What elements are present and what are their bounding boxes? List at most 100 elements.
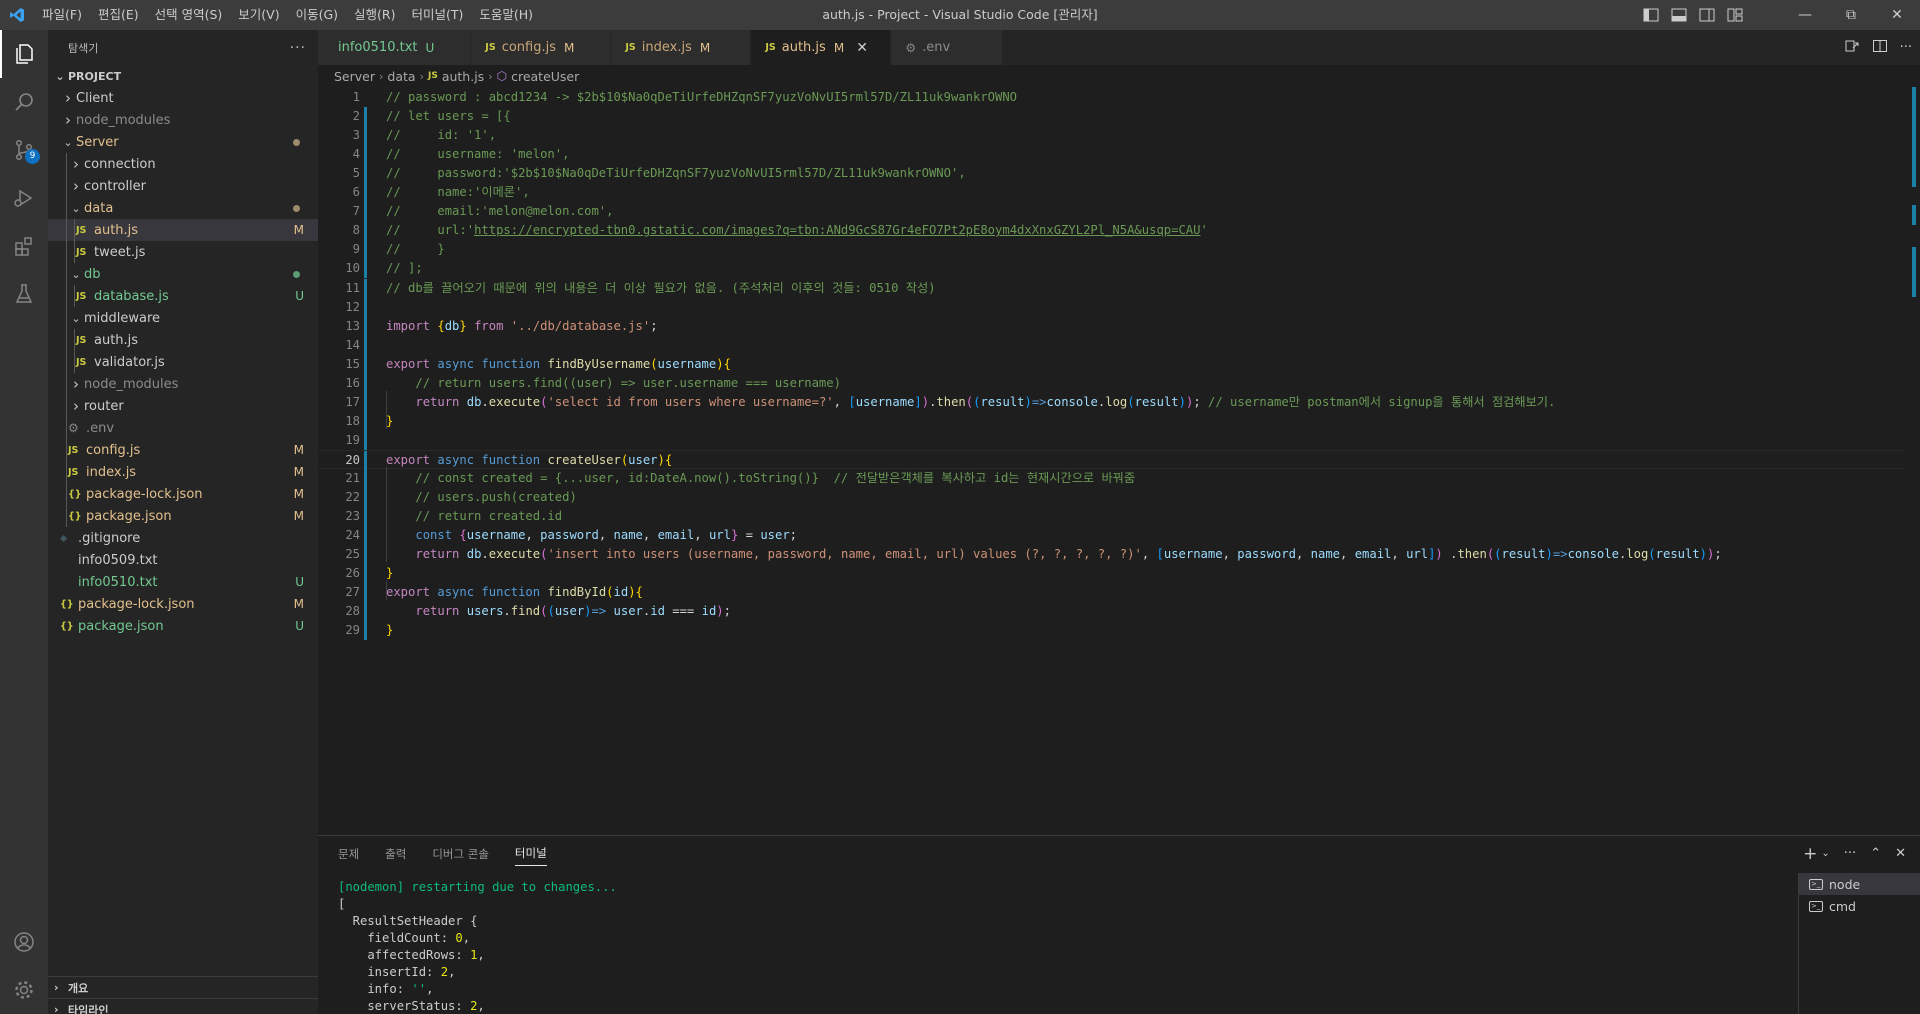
- folder-item[interactable]: ⌄ middleware: [48, 307, 318, 329]
- menu-item[interactable]: 보기(V): [230, 0, 287, 30]
- indent-guide: [66, 351, 67, 373]
- folder-item[interactable]: › Client: [48, 87, 318, 109]
- line-number: 13: [345, 318, 360, 333]
- explorer-icon[interactable]: [0, 30, 48, 78]
- breadcrumb-data[interactable]: data: [387, 69, 415, 84]
- run-debug-icon[interactable]: [0, 174, 48, 222]
- code-token: ,: [833, 394, 849, 409]
- editor-scrollbar[interactable]: [1906, 87, 1920, 835]
- file-item[interactable]: {} package-lock.json M: [48, 593, 318, 615]
- breadcrumb-symbol[interactable]: createUser: [511, 69, 579, 84]
- testing-icon[interactable]: [0, 270, 48, 318]
- outline-section[interactable]: › 개요: [48, 976, 318, 998]
- menu-item[interactable]: 터미널(T): [404, 0, 472, 30]
- folder-item[interactable]: › node_modules: [48, 373, 318, 395]
- breadcrumb-server[interactable]: Server: [334, 69, 375, 84]
- code-text: // username: 'melon',: [386, 145, 569, 164]
- extensions-icon[interactable]: [0, 222, 48, 270]
- folder-item[interactable]: › controller: [48, 175, 318, 197]
- more-actions-icon[interactable]: ···: [1900, 40, 1912, 55]
- file-item[interactable]: JS index.js M: [48, 461, 318, 483]
- close-tab-icon[interactable]: ✕: [854, 40, 870, 56]
- file-item[interactable]: {} package.json U: [48, 615, 318, 637]
- menu-item[interactable]: 실행(R): [346, 0, 403, 30]
- indent-guide: [66, 395, 67, 417]
- terminal-instance[interactable]: >_ cmd: [1799, 895, 1920, 917]
- file-item[interactable]: JS config.js M: [48, 439, 318, 461]
- file-item[interactable]: {} package.json M: [48, 505, 318, 527]
- split-editor-icon[interactable]: [1872, 38, 1888, 58]
- file-item[interactable]: JS auth.js: [48, 329, 318, 351]
- panel-tab[interactable]: 터미널: [514, 845, 547, 866]
- timeline-section[interactable]: › 타임라인: [48, 998, 318, 1014]
- file-item[interactable]: info0509.txt: [48, 549, 318, 571]
- tree-item-label: validator.js: [94, 354, 165, 370]
- file-item[interactable]: JS validator.js: [48, 351, 318, 373]
- code-editor[interactable]: 1 // password : abcd1234 -> $2b$10$Na0qDe…: [318, 87, 1920, 835]
- code-token: createUser: [547, 452, 621, 467]
- file-item[interactable]: ◆ .gitignore: [48, 527, 318, 549]
- panel-tab[interactable]: 출력: [385, 846, 406, 862]
- source-control-icon[interactable]: 9: [0, 126, 48, 174]
- more-actions-icon[interactable]: ···: [1844, 846, 1856, 861]
- file-item[interactable]: {} package-lock.json M: [48, 483, 318, 505]
- code-text: // email:'melon@melon.com',: [386, 202, 613, 221]
- menu-item[interactable]: 이동(G): [288, 0, 346, 30]
- code-line: 12: [318, 297, 1920, 317]
- file-item[interactable]: JS tweet.js: [48, 241, 318, 263]
- menu-item[interactable]: 파일(F): [34, 0, 90, 30]
- file-item[interactable]: info0510.txt U: [48, 571, 318, 593]
- line-number: 19: [345, 432, 360, 447]
- tab--env[interactable]: ⚙ .env: [891, 30, 1004, 65]
- panel-tab[interactable]: 문제: [338, 846, 359, 862]
- code-token[interactable]: https://encrypted-tbn0.gstatic.com/image…: [474, 223, 1200, 237]
- panel-tab[interactable]: 디버그 콘솔: [432, 846, 489, 862]
- breadcrumb-file[interactable]: auth.js: [442, 69, 484, 84]
- file-item[interactable]: JS auth.js M: [48, 219, 318, 241]
- tree-item-label: .env: [86, 420, 115, 436]
- folder-item[interactable]: › router: [48, 395, 318, 417]
- new-terminal-icon[interactable]: +: [1803, 844, 1817, 864]
- line-number: 3: [352, 128, 360, 143]
- line-number: 1: [352, 90, 360, 104]
- account-icon[interactable]: [0, 918, 48, 966]
- folder-item[interactable]: › connection: [48, 153, 318, 175]
- menu-item[interactable]: 도움말(H): [471, 0, 541, 30]
- folder-item[interactable]: ⌄ db: [48, 263, 318, 285]
- minimize-icon[interactable]: —: [1782, 0, 1828, 30]
- tab-index-js[interactable]: JS index.js M: [611, 30, 752, 65]
- tab-auth-js[interactable]: JS auth.js M ✕: [751, 30, 892, 65]
- code-text: return users.find((user)=> user.id === i…: [386, 602, 731, 621]
- close-window-icon[interactable]: ✕: [1874, 0, 1920, 30]
- maximize-panel-icon[interactable]: ⌃: [1870, 846, 1881, 861]
- folder-item[interactable]: ⌄ Server: [48, 131, 318, 153]
- toggle-panel-icon[interactable]: [1669, 5, 1689, 25]
- code-token: console: [1046, 394, 1098, 409]
- indent-guide: [66, 175, 67, 197]
- close-panel-icon[interactable]: ✕: [1895, 846, 1906, 861]
- file-item[interactable]: ⚙ .env: [48, 417, 318, 439]
- customize-layout-icon[interactable]: [1725, 5, 1745, 25]
- chevron-down-icon[interactable]: ⌄: [1821, 848, 1829, 859]
- git-status-dot-icon: [293, 138, 300, 146]
- menu-item[interactable]: 선택 영역(S): [147, 0, 231, 30]
- indent-guide: [74, 351, 75, 373]
- folder-item[interactable]: ⌄ data: [48, 197, 318, 219]
- code-token: }: [459, 318, 467, 333]
- terminal-instance[interactable]: >_ node: [1799, 873, 1920, 895]
- toggle-secondary-sidebar-icon[interactable]: [1697, 5, 1717, 25]
- toggle-primary-sidebar-icon[interactable]: [1641, 5, 1661, 25]
- folder-item[interactable]: › node_modules: [48, 109, 318, 131]
- restore-icon[interactable]: ⧉: [1828, 0, 1874, 30]
- tab-config-js[interactable]: JS config.js M: [471, 30, 612, 65]
- file-item[interactable]: JS database.js U: [48, 285, 318, 307]
- project-root[interactable]: ⌄ PROJECT: [48, 65, 318, 87]
- search-icon[interactable]: [0, 78, 48, 126]
- menu-item[interactable]: 편집(E): [90, 0, 147, 30]
- tab-info0510-txt[interactable]: info0510.txt U: [318, 30, 472, 65]
- code-line: 9 // }: [318, 240, 1920, 260]
- manage-gear-icon[interactable]: [0, 966, 48, 1014]
- open-changes-icon[interactable]: [1844, 38, 1860, 58]
- explorer-more-actions-icon[interactable]: ···: [290, 40, 306, 56]
- terminal-output[interactable]: [nodemon] restarting due to changes...[ …: [338, 879, 1788, 1014]
